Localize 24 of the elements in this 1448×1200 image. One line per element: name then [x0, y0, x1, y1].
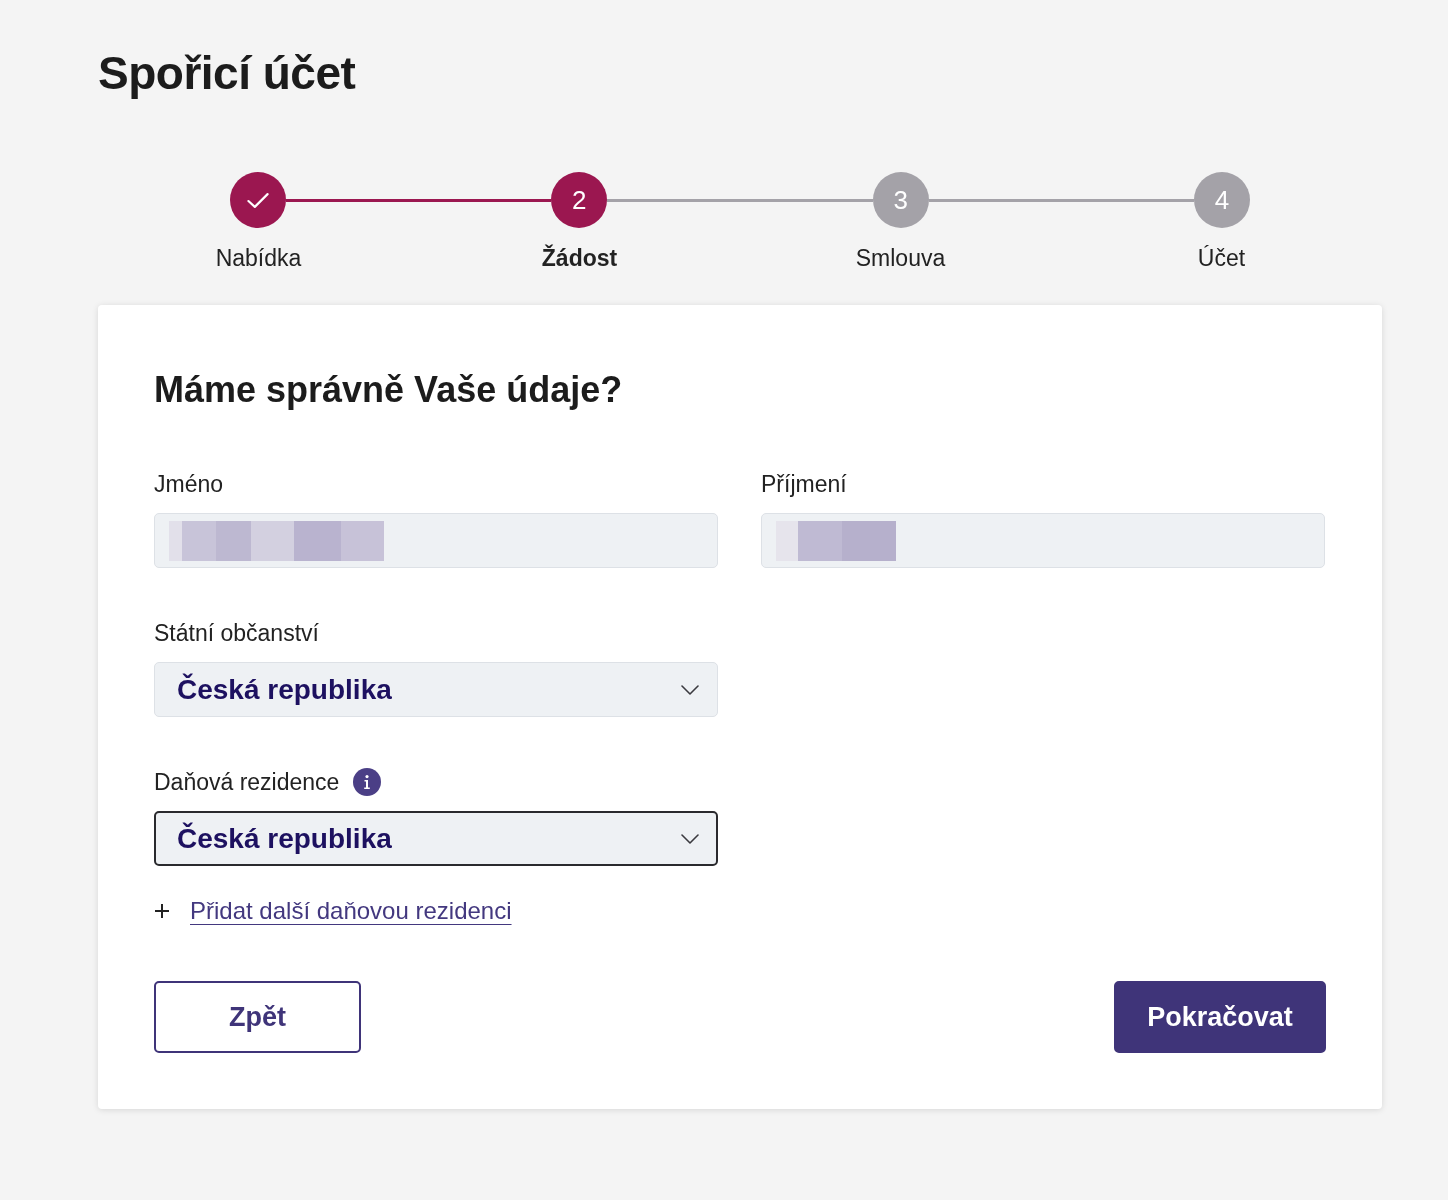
country-select[interactable]: Česká republika [154, 662, 718, 717]
step-label: Smlouva [855, 244, 946, 272]
form-heading: Máme správně Vaše údaje? [154, 368, 623, 412]
plus-icon [155, 904, 169, 918]
chevron-down-icon [681, 684, 699, 695]
field-label: Daňová rezidence [154, 768, 340, 796]
step-label: Žádost [541, 244, 618, 272]
field-label: Příjmení [761, 470, 847, 498]
check-icon [247, 191, 269, 209]
step-circle[interactable] [230, 172, 286, 228]
continue-button[interactable]: Pokračovat [1114, 981, 1326, 1053]
info-icon[interactable] [353, 768, 382, 796]
step-label: Účet [1197, 244, 1246, 272]
input-field[interactable] [761, 513, 1325, 568]
add-tax-residence-link[interactable]: Přidat další daňovou rezidenci [190, 896, 512, 926]
field-label: Jméno [154, 470, 224, 498]
field-label: Státní občanství [154, 619, 319, 647]
step-number[interactable]: 2 [551, 172, 608, 228]
back-button[interactable]: Zpět [154, 981, 361, 1053]
country-select[interactable]: Česká republika [154, 811, 718, 866]
chevron-down-icon [681, 833, 699, 844]
page-title: Spořicí účet [98, 46, 356, 101]
step-label: Nabídka [215, 244, 302, 272]
input-field[interactable] [154, 513, 718, 568]
